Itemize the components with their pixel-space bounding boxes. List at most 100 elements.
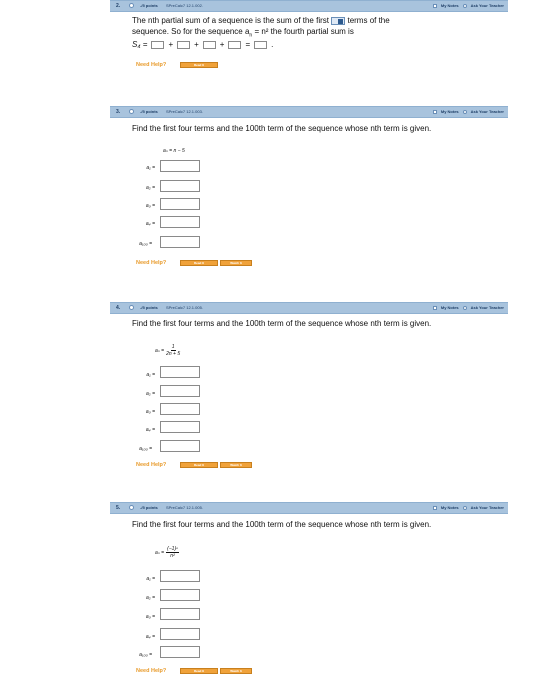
plus-sign: + [168,40,174,49]
question-number: 3. [116,109,121,115]
term-input-a4[interactable] [160,628,200,640]
terms-dropdown[interactable] [331,16,346,25]
partial-sum-input-4[interactable] [228,40,242,49]
read-it-button[interactable]: Read It [180,260,218,266]
prompt-text: The nth partial sum of a sequence is the… [132,16,329,25]
my-notes-link[interactable]: My Notes [441,1,459,11]
term-input-a1[interactable] [160,366,200,378]
read-it-button[interactable]: Read It [180,62,218,68]
sequence-formula: aₙ = (−1)ⁿ n² [155,546,179,559]
ask-teacher-icon[interactable] [462,506,467,510]
term-label: a₁ = [146,372,155,378]
term-input-a4[interactable] [160,216,200,228]
term-input-a1[interactable] [160,160,200,172]
term-label: a₁₀₀ = [139,446,152,452]
ask-teacher-icon[interactable] [462,110,467,114]
formula-denominator: 2n + 5 [166,351,181,357]
formula-numerator: 1 [170,344,176,351]
term-input-a2[interactable] [160,589,200,601]
question-header: 4. -/5 points SPreCalc7 12.1.005. My Not… [110,302,508,314]
term-input-a1[interactable] [160,570,200,582]
need-help-label: Need Help? [136,462,167,468]
my-notes-link[interactable]: My Notes [441,107,459,117]
formula-fraction: (−1)ⁿ n² [166,546,179,559]
ask-teacher-icon[interactable] [462,4,467,8]
points-label: -/5 points [140,305,158,310]
ask-teacher-link[interactable]: Ask Your Teacher [471,503,504,513]
question-status-icon [129,109,134,114]
question-prompt: Find the first four terms and the 100th … [132,520,432,529]
partial-sum-input-2[interactable] [177,40,191,49]
term-label: a₂ = [146,595,155,601]
term-input-a3[interactable] [160,403,200,415]
ask-teacher-link[interactable]: Ask Your Teacher [471,1,504,11]
term-label: a₄ = [145,634,155,640]
my-notes-link[interactable]: My Notes [441,503,459,513]
sequence-formula: aₙ = 1 2n + 5 [155,344,180,357]
read-it-button[interactable]: Read It [180,668,218,674]
term-label: a₁ = [146,165,155,171]
question-status-icon [129,505,134,510]
question-source: SPreCalc7 12.1.005. [166,505,203,510]
my-notes-checkbox-icon[interactable] [432,4,437,8]
plus-sign: + [194,40,199,49]
term-input-a2[interactable] [160,180,200,192]
term-input-a3[interactable] [160,608,200,620]
partial-sum-row: S₄ = + + + = . [132,40,274,49]
term-input-a3[interactable] [160,198,200,210]
term-label: a₁₀₀ = [139,652,152,658]
term-input-a4[interactable] [160,421,200,433]
ask-teacher-link[interactable]: Ask Your Teacher [471,107,504,117]
question-source: SPreCalc7 12.1.002. [166,3,203,8]
term-label: a₃ = [145,614,155,620]
formula-lhs: aₙ = [155,347,165,354]
points-label: -/5 points [140,505,158,510]
equals-sign: = [245,40,251,49]
watch-it-button[interactable]: Watch It [220,668,252,674]
term-label: a₃ = [145,409,155,415]
term-label: a₂ = [146,391,155,397]
partial-sum-total-input[interactable] [254,40,268,49]
prompt-text: = n² the fourth partial sum is [254,27,354,36]
question-number: 5. [116,505,121,511]
watch-it-button[interactable]: Watch It [220,462,252,468]
points-label: -/5 points [140,109,158,114]
my-notes-checkbox-icon[interactable] [432,506,437,510]
question-prompt: Find the first four terms and the 100th … [132,124,432,133]
question-header: 5. -/5 points SPreCalc7 12.1.005. My Not… [110,502,508,514]
my-notes-checkbox-icon[interactable] [432,110,437,114]
ask-teacher-icon[interactable] [462,306,467,310]
partial-sum-input-3[interactable] [202,40,216,49]
term-input-a100[interactable] [160,236,200,248]
formula-numerator: (−1)ⁿ [166,546,179,553]
s4-label: S₄ = [132,40,148,49]
term-label: a₁ = [146,576,155,582]
watch-it-button[interactable]: Watch It [220,260,252,266]
question-status-icon [129,305,134,310]
need-help-label: Need Help? [136,62,167,68]
question-number: 2. [116,3,121,9]
formula-fraction: 1 2n + 5 [166,344,180,357]
prompt-text: sequence. So for the sequence a [132,27,250,36]
formula-denominator: n² [170,553,175,559]
need-help-label: Need Help? [136,668,167,674]
term-input-a100[interactable] [160,646,200,658]
read-it-button[interactable]: Read It [180,462,218,468]
question-prompt: Find the first four terms and the 100th … [132,319,432,328]
ask-teacher-link[interactable]: Ask Your Teacher [471,303,504,313]
my-notes-checkbox-icon[interactable] [432,306,437,310]
my-notes-link[interactable]: My Notes [441,303,459,313]
formula-lhs: aₙ = [155,549,165,556]
question-source: SPreCalc7 12.1.003. [166,109,203,114]
question-header: 3. -/5 points SPreCalc7 12.1.003. My Not… [110,106,508,118]
plus-sign: + [219,40,225,49]
question-prompt: The nth partial sum of a sequence is the… [132,16,390,39]
term-input-a100[interactable] [160,440,200,452]
question-number: 4. [116,305,121,311]
term-label: a₁₀₀ = [139,241,152,247]
question-status-icon [129,3,134,8]
chevron-down-icon [338,18,344,24]
partial-sum-input-1[interactable] [151,40,165,49]
term-input-a2[interactable] [160,385,200,397]
term-label: a₄ = [145,221,155,227]
